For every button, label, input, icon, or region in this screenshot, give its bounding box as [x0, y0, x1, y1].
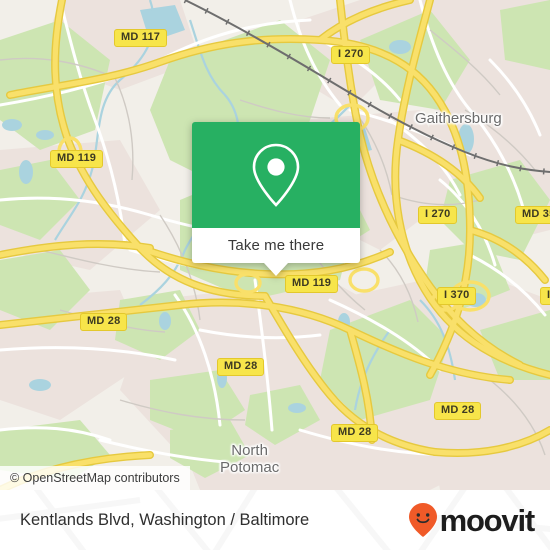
road-shield-md-28-center[interactable]: MD 28 — [217, 358, 265, 376]
location-popup-card[interactable]: Take me there — [192, 122, 360, 276]
map-pin-icon — [252, 143, 300, 207]
road-shield-i-370[interactable]: I 370 — [437, 287, 477, 305]
road-shield-i-edge[interactable]: I — [540, 287, 550, 305]
attribution-text: © OpenStreetMap contributors — [10, 471, 180, 485]
place-label-gaithersburg: Gaithersburg — [415, 110, 502, 127]
footer-title-text: Kentlands Blvd, Washington / Baltimore — [20, 510, 310, 529]
road-shield-i-270-top[interactable]: I 270 — [331, 46, 371, 64]
moovit-logo[interactable]: moovit — [408, 490, 536, 550]
place-label-line2: Potomac — [220, 459, 280, 476]
road-shield-md-28-left[interactable]: MD 28 — [80, 313, 128, 331]
moovit-pin-icon — [408, 503, 437, 537]
popup-header — [192, 122, 360, 228]
footer-location-title: Kentlands Blvd, Washington / Baltimore — [20, 490, 309, 550]
moovit-wordmark: moovit — [439, 502, 536, 538]
map-attribution: © OpenStreetMap contributors — [0, 466, 190, 490]
road-shield-md-355[interactable]: MD 35 — [515, 206, 550, 224]
road-shield-md-119-left[interactable]: MD 119 — [50, 150, 104, 168]
take-me-there-label: Take me there — [227, 237, 325, 254]
road-shield-md-117[interactable]: MD 117 — [114, 29, 168, 47]
road-shield-md-119-center[interactable]: MD 119 — [285, 275, 339, 293]
popup-tail-arrow — [264, 263, 288, 276]
road-shield-md-28-lower-right[interactable]: MD 28 — [434, 402, 482, 420]
place-label-line1: North — [231, 442, 268, 459]
road-shield-md-28-lower-left[interactable]: MD 28 — [331, 424, 379, 442]
map-screen: Gaithersburg North Potomac MD 117 I 270 … — [0, 0, 550, 550]
footer-bar: Kentlands Blvd, Washington / Baltimore m… — [0, 490, 550, 550]
map-canvas[interactable]: Gaithersburg North Potomac MD 117 I 270 … — [0, 0, 550, 490]
place-label-north-potomac: North Potomac — [220, 442, 279, 476]
popup-action-bar[interactable]: Take me there — [192, 228, 360, 263]
road-shield-i-270-right[interactable]: I 270 — [418, 206, 458, 224]
